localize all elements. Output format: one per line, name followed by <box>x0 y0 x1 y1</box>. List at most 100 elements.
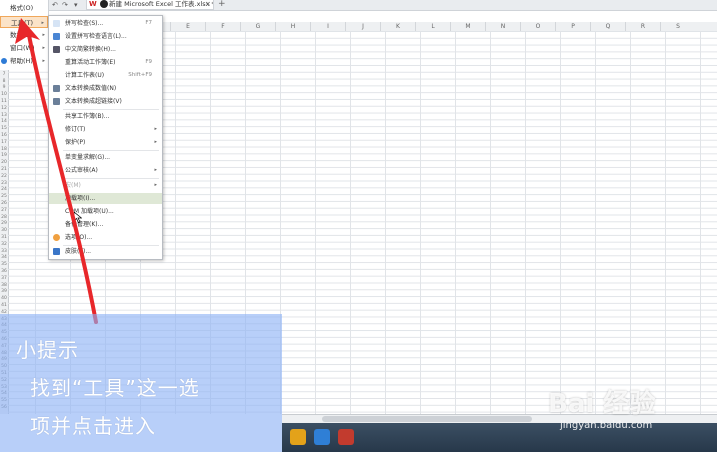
taskbar-app-icon[interactable] <box>314 429 330 445</box>
row-header-cell[interactable]: 40 <box>0 296 8 303</box>
menu-data[interactable]: 数据(D) ▸ <box>0 29 48 41</box>
column-header-cell[interactable]: S <box>660 22 695 31</box>
row-header-cell[interactable]: 25 <box>0 194 8 201</box>
submenu-arrow-icon: ▸ <box>154 167 157 173</box>
row-header-cell[interactable]: 22 <box>0 174 8 181</box>
help-icon <box>1 58 7 64</box>
row-header-cell[interactable]: 16 <box>0 133 8 140</box>
menu-separator <box>63 178 159 179</box>
row-header-cell[interactable]: 17 <box>0 140 8 147</box>
column-header-cell[interactable]: J <box>345 22 380 31</box>
menu-item-skin[interactable]: 皮肤(Y)... <box>49 246 162 257</box>
menu-item-label: 设置拼写检查语言(L)... <box>65 33 127 40</box>
menu-item-label: 修订(T) <box>65 126 86 133</box>
document-icon <box>100 0 108 8</box>
menu-item-label: 加载项(I)... <box>65 195 96 202</box>
submenu-arrow-icon: ▸ <box>42 32 45 38</box>
row-header-cell[interactable]: 12 <box>0 106 8 113</box>
scroll-thumb[interactable] <box>322 416 532 422</box>
menu-item-label: COM 加载项(U)... <box>65 208 114 215</box>
row-header-cell[interactable]: 26 <box>0 201 8 208</box>
menu-item-macro[interactable]: 宏(M) ▸ <box>49 180 162 191</box>
row-header-cell[interactable]: 20 <box>0 160 8 167</box>
column-header-cell[interactable]: E <box>170 22 205 31</box>
submenu-arrow-icon: ▸ <box>154 139 157 145</box>
column-header-cell[interactable]: Q <box>590 22 625 31</box>
menu-item-calc-sheet[interactable]: 计算工作表(U) Shift+F9 <box>49 70 162 81</box>
row-header-cell[interactable]: 41 <box>0 303 8 310</box>
menu-item-protect[interactable]: 保护(P) ▸ <box>49 137 162 148</box>
menu-item-share-workbook[interactable]: 共享工作簿(B)... <box>49 111 162 122</box>
menu-item-options[interactable]: 选项(O)... <box>49 232 162 243</box>
column-header-cell[interactable]: K <box>380 22 415 31</box>
menu-item-goal-seek[interactable]: 单变量求解(G)... <box>49 152 162 163</box>
menu-item-com-add-ins[interactable]: COM 加载项(U)... <box>49 206 162 217</box>
menu-item-label: 计算工作表(U) <box>65 72 105 79</box>
menu-item-revisions[interactable]: 修订(T) ▸ <box>49 124 162 135</box>
menu-item-spell-check[interactable]: 拼写检查(S)... F7 <box>49 18 162 29</box>
gear-icon <box>53 234 60 241</box>
column-header-cell[interactable]: M <box>450 22 485 31</box>
tab-close-icon[interactable]: × <box>205 0 211 9</box>
menu-label: 帮助(H) <box>10 57 33 65</box>
column-header-cell[interactable]: R <box>625 22 660 31</box>
new-tab-button[interactable]: + <box>218 0 226 9</box>
menu-item-label: 文本转换成超链接(V) <box>65 98 122 105</box>
taskbar-app-icon[interactable] <box>290 429 306 445</box>
menu-item-label: 重算活动工作簿(E) <box>65 59 116 66</box>
row-header-cell[interactable]: 27 <box>0 208 8 215</box>
menu-label: 格式(O) <box>10 4 34 12</box>
menu-window[interactable]: 窗口(W) ▸ <box>0 42 48 54</box>
menu-separator <box>63 109 159 110</box>
menu-item-spell-language[interactable]: 设置拼写检查语言(L)... <box>49 31 162 42</box>
row-header-cell[interactable]: 11 <box>0 99 8 106</box>
column-header-cell[interactable]: N <box>485 22 520 31</box>
menu-label: 数据(D) <box>10 31 34 39</box>
quick-access-more-button[interactable]: ▾ <box>74 0 78 10</box>
column-header-cell[interactable]: G <box>240 22 275 31</box>
column-header-cell[interactable]: H <box>275 22 310 31</box>
row-header-cell[interactable]: 32 <box>0 242 8 249</box>
menu-item-label: 拼写检查(S)... <box>65 20 104 27</box>
menu-item-text-to-hyperlink[interactable]: 文本转换成超链接(V) <box>49 96 162 107</box>
document-tab[interactable]: W 新建 Microsoft Excel 工作表.xlsx * × <box>86 0 214 10</box>
taskbar-app-icon[interactable] <box>338 429 354 445</box>
menu-help[interactable]: 帮助(H) ▸ <box>0 55 48 67</box>
row-header-cell[interactable]: 36 <box>0 269 8 276</box>
row-header-cell[interactable]: 10 <box>0 92 8 99</box>
menu-bar: 格式(O) 工具(T) ▸ 数据(D) ▸ 窗口(W) ▸ 帮助(H) ▸ <box>0 0 49 70</box>
menu-item-label: 共享工作簿(B)... <box>65 113 110 120</box>
menu-item-recalc-workbook[interactable]: 重算活动工作簿(E) F9 <box>49 57 162 68</box>
row-header-cell[interactable]: 21 <box>0 167 8 174</box>
menu-item-backup-manager[interactable]: 备份管理(K)... <box>49 219 162 230</box>
row-header-cell[interactable]: 35 <box>0 262 8 269</box>
wps-app-icon: W <box>89 0 97 8</box>
menu-item-text-to-number[interactable]: 文本转换成数值(N) <box>49 83 162 94</box>
menu-format[interactable]: 格式(O) <box>0 2 48 14</box>
menu-item-label: 宏(M) <box>65 182 81 189</box>
text-number-icon <box>53 85 60 92</box>
row-header-cell[interactable]: 7 <box>0 72 8 79</box>
menu-item-label: 备份管理(K)... <box>65 221 104 228</box>
undo-button[interactable]: ↶ <box>52 0 58 10</box>
menu-item-label: 中文简繁转换(H)... <box>65 46 116 53</box>
tip-heading: 小提示 <box>16 338 79 362</box>
menu-item-label: 保护(P) <box>65 139 86 146</box>
column-header-cell[interactable]: F <box>205 22 240 31</box>
row-header-cell[interactable]: 31 <box>0 235 8 242</box>
menu-label: 工具(T) <box>11 19 34 27</box>
tip-overlay: 小提示 找到“工具”这一选 项并点击进入 <box>0 314 282 452</box>
baidu-watermark-url: jingyan.baidu.com <box>560 420 653 431</box>
row-header-cell[interactable]: 30 <box>0 228 8 235</box>
row-header-cell[interactable]: 15 <box>0 126 8 133</box>
column-header-cell[interactable]: I <box>310 22 345 31</box>
menu-item-add-ins[interactable]: 加载项(I)... <box>49 193 162 204</box>
menu-item-formula-audit[interactable]: 公式审核(A) ▸ <box>49 165 162 176</box>
column-header-cell[interactable]: P <box>555 22 590 31</box>
menu-tools[interactable]: 工具(T) ▸ <box>0 16 48 28</box>
row-header-cell[interactable]: 37 <box>0 276 8 283</box>
redo-button[interactable]: ↷ <box>62 0 68 10</box>
menu-item-chinese-conversion[interactable]: 中文简繁转换(H)... <box>49 44 162 55</box>
column-header-cell[interactable]: O <box>520 22 555 31</box>
column-header-cell[interactable]: L <box>415 22 450 31</box>
